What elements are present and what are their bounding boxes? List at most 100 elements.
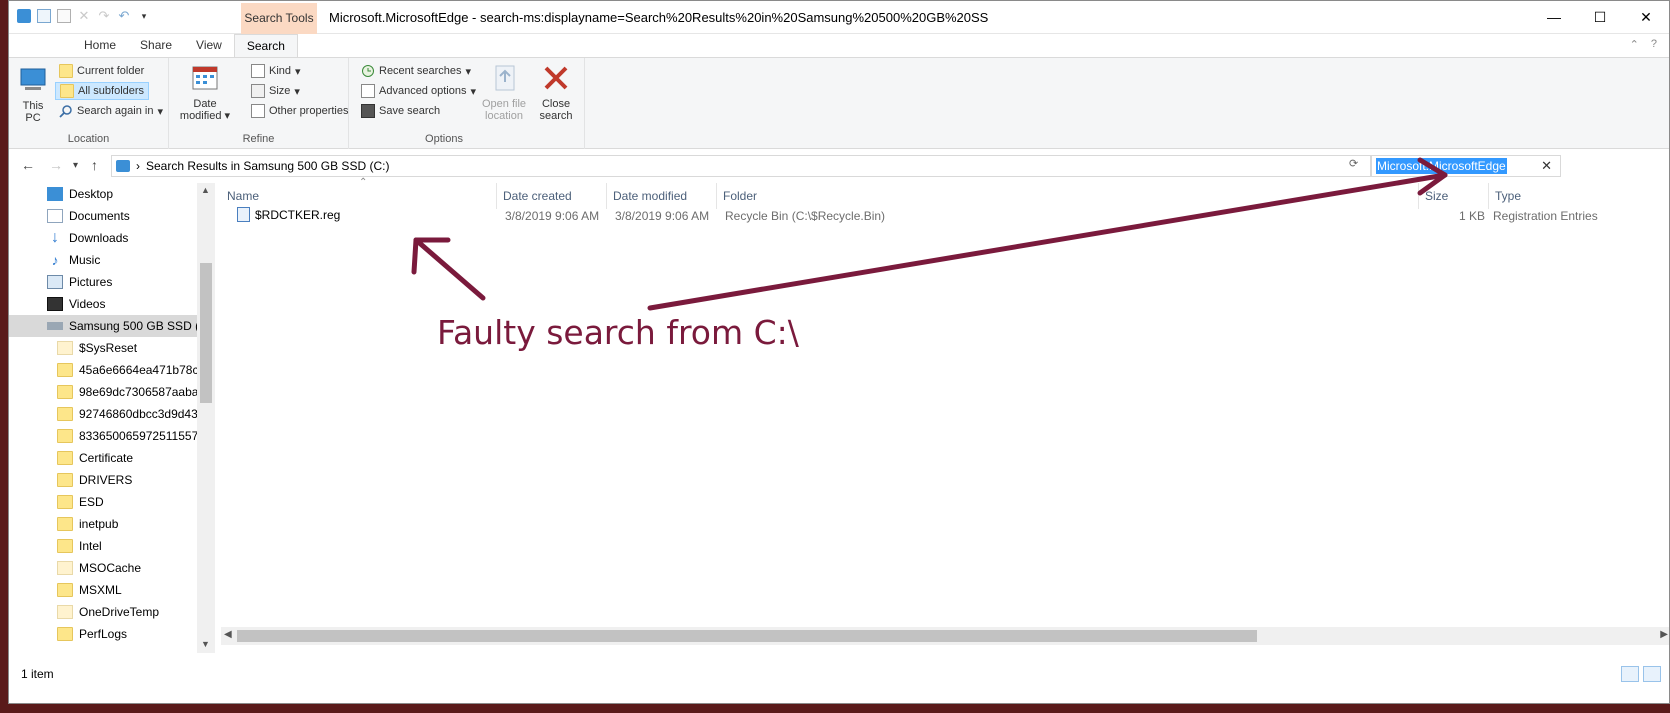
computer-icon [17,64,49,96]
this-pc-label: This PC [22,100,44,124]
details-view-icon[interactable] [1621,666,1639,682]
music-icon: ♪ [51,252,59,268]
nav-item-drivers[interactable]: DRIVERS [9,469,199,491]
redo-icon[interactable]: ↷ [97,9,111,23]
search-input[interactable]: Microsoft.MicrosoftEdge ✕ [1371,155,1561,177]
current-folder-button[interactable]: Current folder [59,62,144,80]
nav-item-esd[interactable]: ESD [9,491,199,513]
close-button[interactable]: ✕ [1623,1,1669,33]
chevron-down-icon: ▾ [157,105,163,118]
up-arrow-icon[interactable]: ↑ [91,157,98,173]
refresh-icon[interactable]: ⟳ [1349,157,1358,170]
downloads-icon: ↓ [51,229,59,246]
nav-item-onedrivetemp[interactable]: OneDriveTemp [9,601,199,623]
kind-button[interactable]: Kind ▾ [251,62,301,80]
save-search-button[interactable]: Save search [361,102,440,120]
nav-item-label: 92746860dbcc3d9d4340c [79,407,199,421]
new-folder-icon[interactable] [57,9,71,23]
properties-icon[interactable] [37,9,51,23]
nav-item-certificate[interactable]: Certificate [9,447,199,469]
horizontal-scrollbar[interactable]: ◀ ▶ [221,627,1669,645]
scroll-right-icon[interactable]: ▶ [1660,629,1668,640]
nav-item-perflogs[interactable]: PerfLogs [9,623,199,645]
date-modified-button[interactable]: Date modified ▾ [177,62,233,122]
close-search-button[interactable]: Close search [535,62,577,122]
nav-item-drive-c[interactable]: Samsung 500 GB SSD (C:) [9,315,199,337]
nav-item-folder[interactable]: 98e69dc7306587aaba [9,381,199,403]
file-name-cell[interactable]: $RDCTKER.reg [237,207,340,222]
subfolders-icon [60,84,74,98]
nav-item-intel[interactable]: Intel [9,535,199,557]
nav-item-label: Documents [69,209,130,223]
options-group: Recent searches ▾ Advanced options ▾ Sav… [349,58,585,149]
maximize-button[interactable]: ☐ [1577,1,1623,33]
nav-item-downloads[interactable]: ↓ Downloads [9,227,199,249]
nav-scrollbar[interactable]: ▲ ▼ [197,183,215,653]
nav-item-folder[interactable]: 45a6e6664ea471b78c3ff2 [9,359,199,381]
recent-searches-label: Recent searches [379,65,462,77]
help-icon[interactable]: ? [1651,38,1657,51]
nav-item-folder[interactable]: 92746860dbcc3d9d4340c [9,403,199,425]
nav-item-label: MSXML [79,583,122,597]
search-again-label: Search again in [77,105,154,117]
nav-item-inetpub[interactable]: inetpub [9,513,199,535]
breadcrumb[interactable]: Search Results in Samsung 500 GB SSD (C:… [146,159,389,173]
scroll-up-icon[interactable]: ▲ [201,185,210,195]
all-subfolders-button[interactable]: All subfolders [55,82,150,100]
tab-home[interactable]: Home [72,34,128,58]
scroll-left-icon[interactable]: ◀ [224,629,232,640]
nav-item-pictures[interactable]: Pictures [9,271,199,293]
this-pc-button[interactable]: This PC [15,64,51,124]
scrollbar-thumb[interactable] [200,263,212,403]
folder-icon [57,627,73,641]
minimize-button[interactable]: — [1531,1,1577,33]
large-icons-view-icon[interactable] [1643,666,1661,682]
nav-item-msxml[interactable]: MSXML [9,579,199,601]
clear-search-icon[interactable]: ✕ [1541,158,1552,174]
window-icon [17,9,31,23]
sort-ascending-icon: ⌃ [359,177,368,188]
nav-item-folder[interactable]: 8336500659725115574 [9,425,199,447]
nav-item-music[interactable]: ♪ Music [9,249,199,271]
folder-icon [57,605,73,619]
nav-item-videos[interactable]: Videos [9,293,199,315]
advanced-options-button[interactable]: Advanced options ▾ [361,82,476,100]
size-icon [251,84,265,98]
tab-view[interactable]: View [184,34,234,58]
search-again-in-button[interactable]: Search again in ▾ [59,102,163,120]
advanced-options-icon [361,84,375,98]
size-button[interactable]: Size ▾ [251,82,300,100]
folder-icon [57,407,73,421]
type-cell: Registration Entries [1493,209,1598,223]
annotation-text: Faulty search from C:\ [437,313,799,352]
undo-icon[interactable]: ↶ [117,9,131,23]
table-row[interactable]: $RDCTKER.reg 3/8/2019 9:06 AM 3/8/2019 9… [229,205,1669,227]
collapse-ribbon-icon[interactable]: ⌃ [1630,38,1639,51]
nav-item-label: DRIVERS [79,473,133,487]
calendar-icon [189,62,221,94]
tab-search[interactable]: Search [233,34,298,58]
file-list: Name ⌃ Date created Date modified Folder… [221,177,1669,663]
recent-searches-button[interactable]: Recent searches ▾ [361,62,471,80]
folder-icon [57,341,73,355]
address-bar[interactable]: › Search Results in Samsung 500 GB SSD (… [111,155,1371,177]
back-arrow-icon[interactable]: ← [21,157,35,173]
properties-icon [251,104,265,118]
recent-locations-icon[interactable]: ▾ [73,160,78,171]
forward-arrow-icon[interactable]: → [49,157,63,173]
nav-item-documents[interactable]: Documents [9,205,199,227]
delete-icon[interactable]: ✕ [77,9,91,23]
breadcrumb-separator-icon: › [136,159,140,173]
nav-item-desktop[interactable]: Desktop [9,183,199,205]
folder-icon [57,583,73,597]
customize-qat-icon[interactable]: ▾ [137,9,151,23]
scrollbar-thumb[interactable] [237,630,1257,642]
open-file-location-button[interactable]: Open file location [477,62,531,122]
nav-item-sysreset[interactable]: $SysReset [9,337,199,359]
scroll-down-icon[interactable]: ▼ [201,639,210,649]
search-query-text[interactable]: Microsoft.MicrosoftEdge [1376,158,1507,174]
nav-item-msocache[interactable]: MSOCache [9,557,199,579]
nav-item-label: ESD [79,495,104,509]
other-properties-button[interactable]: Other properties [251,102,348,120]
tab-share[interactable]: Share [128,34,184,58]
